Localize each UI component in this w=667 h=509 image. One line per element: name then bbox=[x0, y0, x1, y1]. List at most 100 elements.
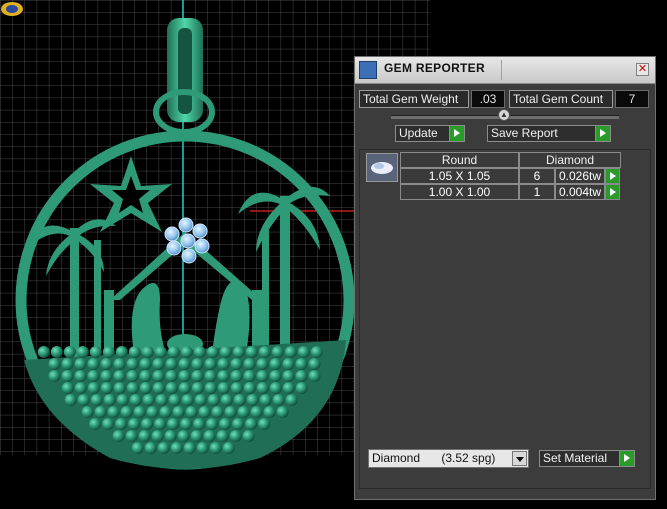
bead bbox=[129, 394, 142, 406]
bead bbox=[256, 382, 269, 394]
bead bbox=[204, 358, 217, 370]
bead bbox=[242, 430, 255, 442]
bead bbox=[258, 346, 271, 358]
bead bbox=[128, 346, 141, 358]
total-gem-count-label: Total Gem Count bbox=[509, 90, 613, 108]
bead bbox=[139, 382, 152, 394]
bead bbox=[181, 394, 194, 406]
bead bbox=[263, 406, 276, 418]
bead bbox=[63, 346, 76, 358]
bead bbox=[131, 442, 144, 454]
bead bbox=[138, 430, 151, 442]
bead bbox=[217, 382, 230, 394]
bead bbox=[89, 418, 102, 430]
bead bbox=[276, 406, 289, 418]
play-arrow-icon bbox=[619, 451, 634, 466]
row-select-arrow-icon[interactable] bbox=[605, 184, 620, 200]
row-select-arrow-icon[interactable] bbox=[605, 168, 620, 184]
total-gem-weight-label: Total Gem Weight bbox=[359, 90, 469, 108]
bead bbox=[222, 442, 235, 454]
bead bbox=[256, 370, 269, 382]
bead bbox=[100, 370, 113, 382]
bead bbox=[154, 418, 167, 430]
gem-thumbnail-icon bbox=[366, 153, 398, 182]
bead bbox=[250, 406, 263, 418]
bead bbox=[90, 394, 103, 406]
bead bbox=[180, 346, 193, 358]
bead bbox=[193, 346, 206, 358]
set-material-button[interactable]: Set Material bbox=[539, 450, 635, 467]
bead bbox=[219, 346, 232, 358]
bead bbox=[89, 346, 102, 358]
table-header-cut: Round bbox=[400, 152, 519, 168]
bead bbox=[230, 382, 243, 394]
bead bbox=[190, 430, 203, 442]
bead bbox=[154, 346, 167, 358]
bead bbox=[245, 418, 258, 430]
bead bbox=[172, 406, 185, 418]
bead bbox=[167, 346, 180, 358]
bead bbox=[204, 382, 217, 394]
bead bbox=[178, 382, 191, 394]
bead bbox=[61, 382, 74, 394]
bead bbox=[74, 370, 87, 382]
bead bbox=[64, 394, 77, 406]
bead bbox=[178, 358, 191, 370]
bead bbox=[180, 418, 193, 430]
bead bbox=[141, 346, 154, 358]
play-arrow-icon bbox=[595, 126, 610, 141]
bead bbox=[165, 370, 178, 382]
bead bbox=[125, 430, 138, 442]
bead bbox=[246, 394, 259, 406]
bead bbox=[77, 394, 90, 406]
bead bbox=[308, 370, 321, 382]
bead bbox=[103, 394, 116, 406]
panel-titlebar[interactable]: GEM REPORTER ✕ bbox=[355, 57, 655, 84]
material-select-spg: (3.52 spg) bbox=[441, 451, 496, 465]
material-select[interactable]: Diamond (3.52 spg) bbox=[368, 449, 529, 468]
bead bbox=[177, 430, 190, 442]
bead bbox=[206, 346, 219, 358]
bead bbox=[87, 358, 100, 370]
bead bbox=[198, 406, 211, 418]
bead bbox=[269, 382, 282, 394]
titlebar-divider bbox=[501, 60, 502, 80]
bead bbox=[141, 418, 154, 430]
bead bbox=[237, 406, 250, 418]
bead bbox=[209, 442, 222, 454]
set-material-button-label: Set Material bbox=[543, 451, 608, 465]
bead bbox=[87, 382, 100, 394]
bead bbox=[191, 382, 204, 394]
bead bbox=[196, 442, 209, 454]
chevron-down-icon[interactable] bbox=[512, 451, 527, 466]
update-button[interactable]: Update bbox=[395, 125, 465, 142]
table-cell-size: 1.05 X 1.05 bbox=[400, 168, 519, 184]
bead bbox=[113, 370, 126, 382]
bead bbox=[217, 358, 230, 370]
bead bbox=[107, 406, 120, 418]
table-cell-count: 1 bbox=[519, 184, 555, 200]
bead bbox=[178, 370, 191, 382]
save-report-button[interactable]: Save Report bbox=[487, 125, 611, 142]
bead bbox=[142, 394, 155, 406]
bead bbox=[126, 358, 139, 370]
bead bbox=[230, 358, 243, 370]
bead bbox=[308, 358, 321, 370]
gem-reporter-app-icon bbox=[359, 61, 377, 79]
table-cell-count: 6 bbox=[519, 168, 555, 184]
bead bbox=[220, 394, 233, 406]
bead bbox=[87, 370, 100, 382]
bead bbox=[168, 394, 181, 406]
bead bbox=[183, 442, 196, 454]
bead bbox=[243, 370, 256, 382]
slider-knob-icon[interactable]: ▲ bbox=[498, 109, 510, 121]
bead bbox=[191, 370, 204, 382]
bead bbox=[159, 406, 172, 418]
gem-reporter-panel: GEM REPORTER ✕ Total Gem Weight .03 Tota… bbox=[354, 56, 656, 500]
bead bbox=[295, 370, 308, 382]
bead bbox=[74, 358, 87, 370]
close-icon[interactable]: ✕ bbox=[636, 63, 649, 76]
bead bbox=[61, 358, 74, 370]
bead bbox=[233, 394, 246, 406]
bead bbox=[170, 442, 183, 454]
